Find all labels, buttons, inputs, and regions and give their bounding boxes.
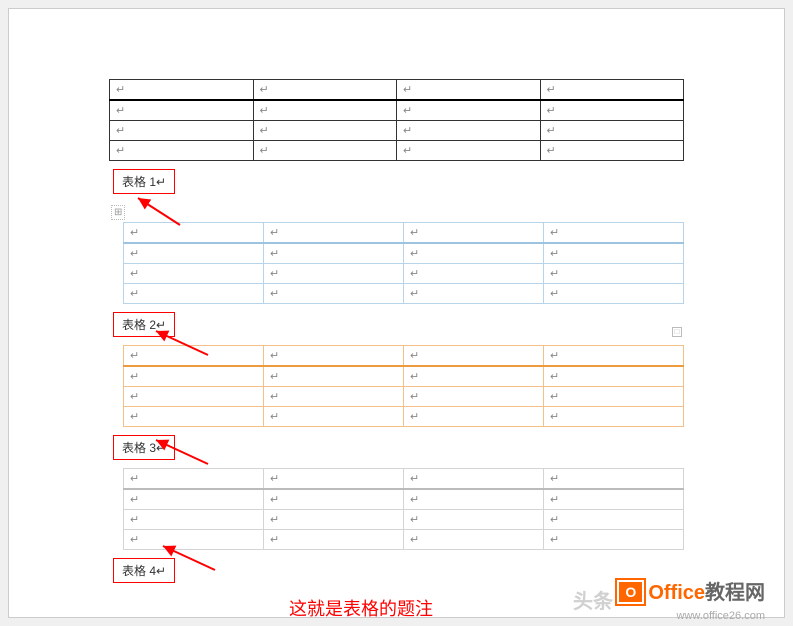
document-page: ↵↵↵↵ ↵↵↵↵ ↵↵↵↵ ↵↵↵↵ 表格 1↵ ⊞ ↵↵↵↵ ↵↵↵↵ ↵↵…	[8, 8, 785, 618]
table-1: ↵↵↵↵ ↵↵↵↵ ↵↵↵↵ ↵↵↵↵	[109, 79, 684, 161]
office-logo-icon: O	[617, 580, 644, 604]
table-cell: ↵	[124, 366, 264, 387]
table-cell: ↵	[544, 469, 684, 490]
watermark-left: 头条	[573, 585, 613, 614]
table-cell: ↵	[264, 489, 404, 510]
table-cell: ↵	[264, 284, 404, 304]
table-row: ↵↵↵↵	[110, 100, 684, 121]
table-row: ↵↵↵↵	[110, 80, 684, 101]
table-3: ↵↵↵↵ ↵↵↵↵ ↵↵↵↵ ↵↵↵↵	[123, 345, 684, 427]
table-cell: ↵	[124, 530, 264, 550]
caption-1: 表格 1↵	[113, 169, 175, 194]
table-cell: ↵	[124, 223, 264, 244]
table-cell: ↵	[544, 510, 684, 530]
table-row: ↵↵↵↵	[124, 510, 684, 530]
table-cell: ↵	[264, 469, 404, 490]
caption-3: 表格 3↵	[113, 435, 175, 460]
table-cell: ↵	[540, 80, 684, 101]
table-cell: ↵	[110, 100, 254, 121]
table-2: ↵↵↵↵ ↵↵↵↵ ↵↵↵↵ ↵↵↵↵	[123, 222, 684, 304]
table-cell: ↵	[397, 80, 541, 101]
table-cell: ↵	[404, 489, 544, 510]
table-cell: ↵	[544, 530, 684, 550]
table-row: ↵↵↵↵	[124, 346, 684, 367]
table-cell: ↵	[404, 530, 544, 550]
table-cell: ↵	[264, 366, 404, 387]
table-cell: ↵	[124, 346, 264, 367]
table-cell: ↵	[544, 264, 684, 284]
table-cell: ↵	[544, 387, 684, 407]
table-4: ↵↵↵↵ ↵↵↵↵ ↵↵↵↵ ↵↵↵↵	[123, 468, 684, 550]
table-resize-handle-icon: □	[672, 327, 682, 337]
table-cell: ↵	[404, 469, 544, 490]
table-cell: ↵	[264, 407, 404, 427]
table-row: ↵↵↵↵	[124, 243, 684, 264]
table-cell: ↵	[253, 121, 397, 141]
table-cell: ↵	[110, 121, 254, 141]
table-cell: ↵	[124, 469, 264, 490]
watermark-url: www.office26.com	[677, 610, 765, 622]
table-cell: ↵	[264, 223, 404, 244]
table-cell: ↵	[264, 387, 404, 407]
table-row: ↵↵↵↵	[124, 284, 684, 304]
table-cell: ↵	[124, 243, 264, 264]
table-row: ↵↵↵↵	[124, 530, 684, 550]
table-cell: ↵	[253, 100, 397, 121]
table-cell: ↵	[544, 366, 684, 387]
table-row: ↵↵↵↵	[124, 223, 684, 244]
caption-4: 表格 4↵	[113, 558, 175, 583]
table-cell: ↵	[124, 510, 264, 530]
table-cell: ↵	[404, 243, 544, 264]
table-row: ↵↵↵↵	[124, 264, 684, 284]
table-cell: ↵	[264, 264, 404, 284]
table-cell: ↵	[264, 243, 404, 264]
table-cell: ↵	[544, 243, 684, 264]
table-cell: ↵	[124, 264, 264, 284]
table-cell: ↵	[404, 407, 544, 427]
table-row: ↵↵↵↵	[124, 387, 684, 407]
table-cell: ↵	[397, 100, 541, 121]
table-cell: ↵	[540, 121, 684, 141]
table-cell: ↵	[264, 530, 404, 550]
table-cell: ↵	[404, 223, 544, 244]
table-anchor-icon: ⊞	[111, 205, 125, 220]
table-cell: ↵	[110, 141, 254, 161]
table-cell: ↵	[404, 387, 544, 407]
table-cell: ↵	[540, 100, 684, 121]
table-cell: ↵	[124, 387, 264, 407]
table-row: ↵↵↵↵	[124, 407, 684, 427]
table-cell: ↵	[124, 489, 264, 510]
watermark-brand-orange: Office	[648, 582, 705, 604]
table-cell: ↵	[404, 366, 544, 387]
watermark-brand-gray: 教程网	[705, 582, 765, 604]
table-cell: ↵	[544, 284, 684, 304]
table-cell: ↵	[397, 141, 541, 161]
table-row: ↵↵↵↵	[124, 366, 684, 387]
table-row: ↵↵↵↵	[124, 469, 684, 490]
table-cell: ↵	[264, 510, 404, 530]
table-cell: ↵	[404, 510, 544, 530]
table-cell: ↵	[253, 80, 397, 101]
table-cell: ↵	[540, 141, 684, 161]
table-cell: ↵	[124, 284, 264, 304]
table-row: ↵↵↵↵	[124, 489, 684, 510]
table-cell: ↵	[404, 284, 544, 304]
table-cell: ↵	[404, 346, 544, 367]
table-cell: ↵	[264, 346, 404, 367]
caption-2: 表格 2↵	[113, 312, 175, 337]
table-cell: ↵	[404, 264, 544, 284]
table-cell: ↵	[544, 489, 684, 510]
table-row: ↵↵↵↵	[110, 141, 684, 161]
table-cell: ↵	[124, 407, 264, 427]
table-cell: ↵	[253, 141, 397, 161]
table-cell: ↵	[544, 346, 684, 367]
table-cell: ↵	[544, 223, 684, 244]
table-cell: ↵	[110, 80, 254, 101]
table-cell: ↵	[397, 121, 541, 141]
table-row: ↵↵↵↵	[110, 121, 684, 141]
table-cell: ↵	[544, 407, 684, 427]
watermark-office: OOffice教程网	[617, 576, 765, 606]
